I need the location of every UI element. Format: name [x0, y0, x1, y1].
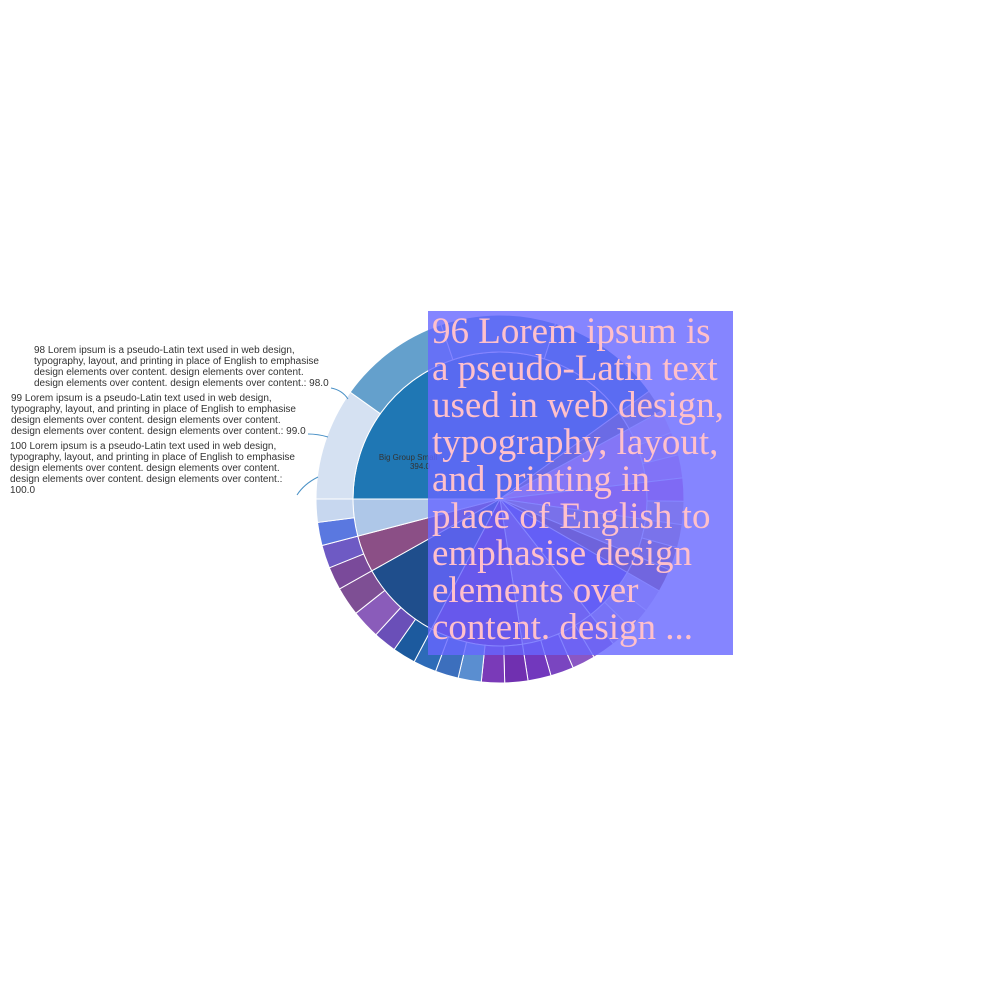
outer-label-100: 100 Lorem ipsum is a pseudo-Latin text u…: [10, 441, 295, 496]
outer-label-98: 98 Lorem ipsum is a pseudo-Latin text us…: [34, 345, 329, 389]
leader-line-0: [330, 387, 349, 400]
leaf-wedge-11-1[interactable]: [315, 498, 355, 523]
outer-label-99: 99 Lorem ipsum is a pseudo-Latin text us…: [11, 393, 306, 437]
leader-line-2: [296, 476, 319, 496]
hover-tooltip: 96 Lorem ipsum is a pseudo-Latin text us…: [428, 311, 733, 655]
leader-line-1: [307, 433, 329, 438]
